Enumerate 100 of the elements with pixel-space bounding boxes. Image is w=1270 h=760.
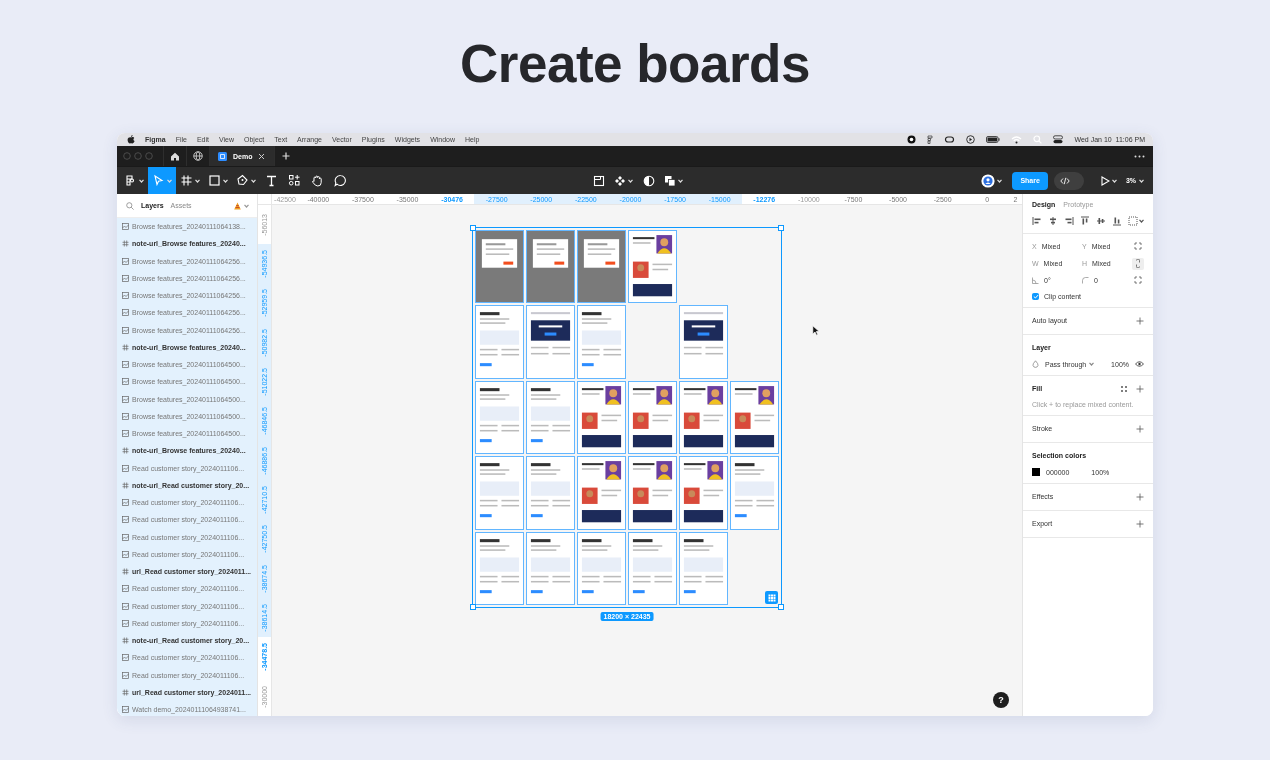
battery-icon[interactable] <box>986 136 1001 143</box>
align-middle-icon[interactable] <box>1096 216 1106 226</box>
align-center-icon[interactable] <box>1048 216 1058 226</box>
align-top-icon[interactable] <box>1080 216 1090 226</box>
image-icon <box>122 412 129 420</box>
wifi-icon[interactable] <box>1011 135 1023 144</box>
resize-handle[interactable] <box>470 225 476 231</box>
figma-logo-icon[interactable] <box>927 135 934 144</box>
board-thumbnail[interactable] <box>475 531 524 605</box>
board-thumbnail[interactable] <box>526 230 575 304</box>
image-icon <box>122 533 129 541</box>
board-thumbnail[interactable] <box>475 456 524 530</box>
board-thumbnail[interactable] <box>679 380 728 455</box>
image-icon <box>122 361 129 369</box>
resize-handle[interactable] <box>778 225 784 231</box>
board-thumbnail[interactable] <box>628 230 677 304</box>
board-thumbnail[interactable] <box>577 305 626 379</box>
checkmark-icon <box>1032 294 1039 299</box>
image-icon <box>122 654 129 662</box>
crop-icon <box>592 174 605 187</box>
eye-icon[interactable] <box>1135 361 1144 367</box>
creative-cloud-icon[interactable] <box>944 135 956 144</box>
board-thumbnail[interactable] <box>628 531 677 605</box>
image-icon <box>122 257 129 265</box>
contrast-icon <box>642 174 655 187</box>
image-icon <box>122 430 129 438</box>
fullscreen-corners-icon[interactable] <box>1134 276 1142 285</box>
image-icon <box>122 292 129 300</box>
align-right-icon[interactable] <box>1064 216 1074 226</box>
board-thumbnail[interactable] <box>679 531 728 605</box>
board-thumbnail[interactable] <box>577 531 626 605</box>
close-icon[interactable] <box>258 152 266 160</box>
image-icon <box>122 223 129 231</box>
image-icon <box>122 550 129 558</box>
board-thumbnail[interactable] <box>679 305 728 379</box>
rotation-icon <box>1032 277 1039 284</box>
headline: Create boards <box>460 33 810 95</box>
file-icon <box>218 151 227 161</box>
rectangle-icon <box>208 174 221 187</box>
board-thumbnail[interactable] <box>526 456 575 530</box>
board-thumbnail[interactable] <box>526 305 575 379</box>
globe-icon[interactable] <box>193 151 203 161</box>
board-thumbnail[interactable] <box>577 456 626 530</box>
board-thumbnail[interactable] <box>526 380 575 455</box>
text-icon <box>265 174 278 187</box>
image-icon <box>122 326 129 334</box>
board-thumbnail[interactable] <box>730 456 779 530</box>
frame-icon <box>122 568 129 576</box>
hand-icon <box>311 174 324 187</box>
code-icon <box>1059 176 1070 185</box>
board-thumbnail[interactable] <box>679 456 728 530</box>
dev-mode-toggle[interactable] <box>1053 171 1084 190</box>
play-circle-icon[interactable] <box>966 135 976 144</box>
board-thumbnail[interactable] <box>577 230 626 304</box>
image-icon <box>122 395 129 403</box>
caret-icon[interactable] <box>1139 219 1144 223</box>
image-icon <box>122 516 129 524</box>
avatar-icon <box>981 173 996 188</box>
search-icon[interactable] <box>126 201 134 210</box>
comment-icon <box>334 174 347 187</box>
play-icon <box>1099 175 1110 186</box>
resources-icon <box>288 174 301 187</box>
styles-icon[interactable] <box>1120 384 1128 393</box>
resize-handle[interactable] <box>470 604 476 610</box>
color-swatch[interactable] <box>1032 468 1040 476</box>
control-center-icon[interactable] <box>1053 135 1064 144</box>
resize-icon[interactable] <box>1134 242 1142 251</box>
image-icon <box>122 378 129 386</box>
cursor-icon <box>152 174 165 187</box>
board-thumbnail[interactable] <box>475 305 524 379</box>
board-thumbnail[interactable] <box>475 230 524 304</box>
board-thumbnail[interactable] <box>628 456 677 530</box>
more-icon[interactable] <box>1134 154 1145 158</box>
help-button[interactable]: ? <box>993 692 1009 708</box>
board-thumbnail[interactable] <box>577 380 626 455</box>
image-icon <box>122 671 129 679</box>
frame-icon <box>122 688 129 696</box>
construction-icon <box>234 201 241 210</box>
constrain-proportions-icon[interactable] <box>1134 259 1142 268</box>
image-icon <box>122 585 129 593</box>
board-thumbnail[interactable] <box>628 380 677 455</box>
image-icon <box>122 309 129 317</box>
apple-icon[interactable] <box>127 135 135 144</box>
record-icon[interactable] <box>907 135 917 144</box>
home-icon[interactable] <box>170 151 180 161</box>
page-menu[interactable] <box>234 201 249 210</box>
image-icon <box>122 464 129 472</box>
resize-handle[interactable] <box>778 604 784 610</box>
image-icon <box>122 499 129 507</box>
image-icon <box>122 706 129 714</box>
layout-grid-button[interactable] <box>765 591 778 604</box>
corner-radius-icon <box>1082 277 1089 284</box>
board-thumbnail[interactable] <box>526 531 575 605</box>
component-icon <box>614 174 626 187</box>
frame-icon <box>180 174 193 187</box>
board-thumbnail[interactable] <box>730 380 779 455</box>
board-thumbnail[interactable] <box>475 380 524 455</box>
align-left-icon[interactable] <box>1032 216 1042 226</box>
align-bottom-icon[interactable] <box>1112 216 1122 226</box>
frame-icon <box>122 637 129 645</box>
